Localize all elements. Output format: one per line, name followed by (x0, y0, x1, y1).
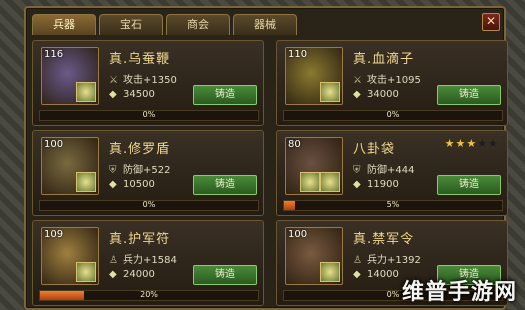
forge-button[interactable]: 铸造 (193, 175, 257, 195)
star-rating: ★★★★★ (445, 137, 499, 150)
cost-text: 24000 (123, 269, 155, 280)
item-stat: ♙ 兵力+1584 (109, 251, 177, 266)
item-name: 真.血滴子 (353, 52, 415, 67)
stat-text: 攻击+1350 (123, 75, 177, 86)
shield-icon: ⛨ (109, 165, 117, 176)
item-thumbnail[interactable]: 100 (41, 137, 99, 195)
stat-text: 防御+444 (367, 165, 415, 176)
stat-text: 攻击+1095 (367, 75, 421, 86)
item-name: 真.乌蚕鞭 (109, 52, 171, 67)
gem-icon (320, 172, 340, 192)
gem-icon (76, 172, 96, 192)
item-name: 真.护军符 (109, 232, 171, 247)
progress-bar: 0% (39, 110, 259, 121)
gem-icon (76, 262, 96, 282)
gem-icon (320, 262, 340, 282)
item-stat: ⛨ 防御+444 (353, 161, 414, 176)
item-level: 100 (288, 229, 308, 240)
soldier-icon: ♙ (109, 255, 118, 266)
item-name: 真.禁军令 (353, 232, 415, 247)
stars-empty: ★★ (477, 137, 499, 150)
tab-weapons[interactable]: 兵器 (32, 14, 96, 35)
item-cost: ◆ 24000 (109, 269, 155, 280)
sword-icon: ⚔ (353, 75, 362, 86)
stat-text: 兵力+1584 (123, 255, 177, 266)
gem-icon (320, 82, 340, 102)
item-level: 116 (44, 49, 64, 60)
item-thumbnail[interactable]: 109 (41, 227, 99, 285)
cost-text: 11900 (367, 179, 399, 190)
item-cost: ◆ 14000 (353, 269, 399, 280)
item-stat: ♙ 兵力+1392 (353, 251, 421, 266)
item-name: 真.修罗盾 (109, 142, 171, 157)
tab-machinery[interactable]: 器械 (233, 14, 297, 35)
tab-guild[interactable]: 商会 (166, 14, 230, 35)
item-thumbnail[interactable]: 116 (41, 47, 99, 105)
progress-text: 0% (386, 110, 400, 119)
progress-bar: 5% (283, 200, 503, 211)
progress-text: 0% (142, 110, 156, 119)
item-cost: ◆ 34000 (353, 89, 399, 100)
progress-text: 5% (386, 200, 400, 209)
item-thumbnail[interactable]: 110 (285, 47, 343, 105)
cost-text: 10500 (123, 179, 155, 190)
cost-text: 34500 (123, 89, 155, 100)
item-level: 80 (288, 139, 301, 150)
silver-icon: ◆ (109, 179, 117, 190)
item-level: 100 (44, 139, 64, 150)
forge-button[interactable]: 铸造 (193, 85, 257, 105)
forge-panel: 兵器 宝石 商会 器械 ✕ 116 真.乌蚕鞭 ⚔ 攻击+1350 ◆ 34500 … (24, 6, 508, 310)
item-level: 109 (44, 229, 64, 240)
item-card: 100 真.修罗盾 ⛨ 防御+522 ◆ 10500 铸造 0% (32, 130, 264, 216)
progress-bar: 0% (39, 200, 259, 211)
item-level: 110 (288, 49, 308, 60)
item-name: 八卦袋 (353, 142, 396, 157)
silver-icon: ◆ (353, 269, 361, 280)
gem-icon (300, 172, 320, 192)
item-cost: ◆ 11900 (353, 179, 399, 190)
shield-icon: ⛨ (353, 165, 361, 176)
progress-text: 0% (142, 200, 156, 209)
gem-icon (76, 82, 96, 102)
soldier-icon: ♙ (353, 255, 362, 266)
item-card: 109 真.护军符 ♙ 兵力+1584 ◆ 24000 铸造 20% (32, 220, 264, 306)
item-card: 110 真.血滴子 ⚔ 攻击+1095 ◆ 34000 铸造 0% (276, 40, 508, 126)
sword-icon: ⚔ (109, 75, 118, 86)
item-stat: ⛨ 防御+522 (109, 161, 170, 176)
silver-icon: ◆ (353, 179, 361, 190)
progress-bar: 20% (39, 290, 259, 301)
silver-icon: ◆ (109, 269, 117, 280)
item-card: 80 八卦袋 ★★★★★ ⛨ 防御+444 ◆ 11900 铸造 5% (276, 130, 508, 216)
stat-text: 防御+522 (123, 165, 171, 176)
item-stat: ⚔ 攻击+1095 (353, 71, 421, 86)
cost-text: 14000 (367, 269, 399, 280)
progress-bar: 0% (283, 110, 503, 121)
forge-button[interactable]: 铸造 (193, 265, 257, 285)
forge-button[interactable]: 铸造 (437, 85, 501, 105)
forge-button[interactable]: 铸造 (437, 175, 501, 195)
stars-filled: ★★★ (444, 137, 478, 150)
watermark-logo: 维普手游网 (401, 280, 517, 305)
cost-text: 34000 (367, 89, 399, 100)
tab-gems[interactable]: 宝石 (99, 14, 163, 35)
item-card: 116 真.乌蚕鞭 ⚔ 攻击+1350 ◆ 34500 铸造 0% (32, 40, 264, 126)
item-cost: ◆ 34500 (109, 89, 155, 100)
item-thumbnail[interactable]: 100 (285, 227, 343, 285)
close-button[interactable]: ✕ (482, 13, 500, 31)
silver-icon: ◆ (353, 89, 361, 100)
progress-text: 20% (140, 290, 158, 299)
item-cost: ◆ 10500 (109, 179, 155, 190)
stat-text: 兵力+1392 (367, 255, 421, 266)
item-stat: ⚔ 攻击+1350 (109, 71, 177, 86)
silver-icon: ◆ (109, 89, 117, 100)
item-thumbnail[interactable]: 80 (285, 137, 343, 195)
tab-bar: 兵器 宝石 商会 器械 (32, 12, 297, 35)
